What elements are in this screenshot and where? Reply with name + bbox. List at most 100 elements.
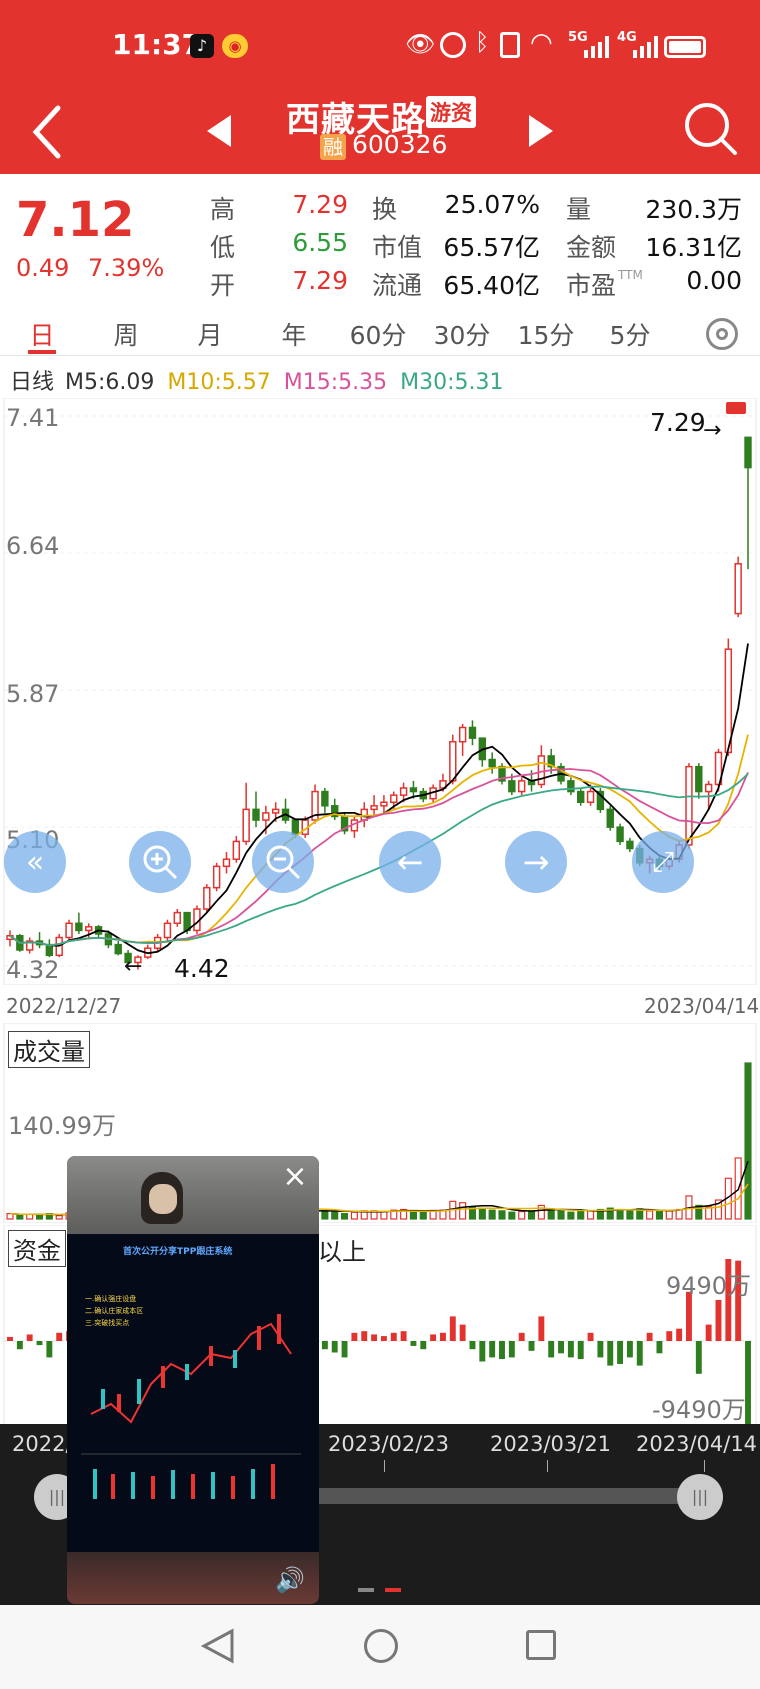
signal-icon (633, 36, 658, 58)
page-indicator-active (385, 1588, 401, 1592)
tab-period[interactable]: 月 (172, 316, 248, 352)
quote-label: 换 (372, 195, 398, 224)
tab-period[interactable]: 周 (88, 316, 164, 352)
fund-bar (351, 1332, 358, 1341)
candle-body (173, 911, 181, 925)
fund-bar (715, 1300, 722, 1341)
volume-bar (616, 1208, 624, 1220)
fund-bar (56, 1332, 63, 1341)
close-video-button[interactable]: × (279, 1162, 311, 1194)
back-triangle-icon[interactable] (200, 1627, 236, 1665)
tab-period[interactable]: 30分 (424, 316, 500, 352)
margin-badge: 融 (320, 134, 346, 160)
search-button[interactable] (680, 98, 744, 162)
volume-icon[interactable]: 🔊 (275, 1566, 305, 1594)
presenter-face (149, 1184, 177, 1214)
battery-icon (664, 36, 706, 58)
arrow-left-icon: ← (396, 843, 424, 881)
quote-value: 25.07% (444, 190, 540, 219)
candle-body (704, 783, 713, 793)
range-handle-right[interactable]: ||| (677, 1474, 723, 1520)
tab-period[interactable]: 60分 (340, 316, 416, 352)
active-tab-indicator (28, 350, 56, 354)
candle-body (232, 840, 241, 860)
double-chevron-left-icon: « (25, 844, 45, 880)
candle-body (390, 794, 398, 803)
scroll-back-button[interactable]: « (4, 831, 66, 893)
fund-bar (36, 1341, 43, 1346)
volume-bar (419, 1210, 427, 1220)
last-price: 7.12 (16, 192, 135, 248)
home-circle-icon[interactable] (364, 1629, 398, 1663)
fund-bar (499, 1341, 505, 1360)
zoom-in-button[interactable] (129, 831, 191, 893)
fund-bar (518, 1332, 525, 1341)
quote-value: 65.57亿 (443, 233, 540, 262)
candle-body (163, 922, 172, 939)
candle-body (606, 808, 614, 828)
fund-bar (597, 1341, 604, 1358)
fund-bar (16, 1341, 23, 1350)
tab-period[interactable]: 日 (4, 316, 80, 352)
pan-left-button[interactable]: ← (379, 831, 441, 893)
volume-bar (744, 1062, 752, 1220)
fullscreen-button[interactable]: ⤢ (632, 831, 694, 893)
candle-body (114, 943, 122, 955)
volume-bar (429, 1210, 437, 1220)
settings-gear-icon[interactable] (706, 318, 738, 350)
pan-right-button[interactable]: → (505, 831, 567, 893)
zoom-out-icon (266, 845, 301, 880)
fund-bar (361, 1331, 368, 1341)
fund-title: 资金 (8, 1230, 66, 1267)
tab-period[interactable]: 5分 (592, 316, 668, 352)
candle-body (695, 765, 703, 793)
status-time: 11:37 (112, 28, 202, 61)
fund-bar (331, 1341, 338, 1353)
gear-center (716, 328, 728, 340)
zoom-out-button[interactable] (252, 831, 314, 893)
weibo-icon: ◉ (222, 34, 248, 58)
fund-bar (26, 1334, 33, 1341)
volume-bar (527, 1210, 536, 1220)
quote-value: 0.00 (686, 266, 742, 295)
eye-icon: 👁 (405, 30, 436, 58)
ma15-value: M15:5.35 (283, 370, 388, 395)
candlestick-chart[interactable] (0, 398, 760, 985)
timeline-tick (384, 1460, 385, 1472)
quote-value: 65.40亿 (443, 271, 540, 300)
candle-body (468, 726, 477, 739)
tab-period[interactable]: 15分 (508, 316, 584, 352)
volume-bar (16, 1214, 24, 1220)
volume-bar (35, 1214, 44, 1220)
tab-period[interactable]: 年 (256, 316, 332, 352)
ma30-value: M30:5.31 (400, 370, 504, 395)
alarm-icon (440, 32, 466, 58)
fund-bar (587, 1332, 594, 1341)
period-tabs: 日周月年 60分 30分 15分 5分 (0, 310, 760, 356)
candle-body (626, 840, 634, 850)
candle-body (85, 926, 93, 932)
chevron-left-icon (32, 105, 61, 159)
volume-bar (518, 1210, 526, 1220)
candle-body (321, 790, 329, 807)
recents-square-icon[interactable] (526, 1630, 556, 1660)
fund-bar (440, 1332, 446, 1341)
system-nav-bar (0, 1605, 760, 1689)
floating-video-player[interactable]: 首次公开分享TPP跟庄系统 一.确认强庄设盘 二.确认庄家成本区 三.突破找买点… (67, 1156, 319, 1604)
candle-body (488, 758, 496, 768)
candle-body (212, 865, 221, 889)
candle-body (734, 562, 742, 615)
candle-body (399, 787, 408, 796)
vibrate-icon (500, 32, 520, 58)
candle-body (262, 812, 270, 821)
back-button[interactable] (18, 96, 78, 168)
fund-bar (695, 1341, 702, 1374)
fund-bar (46, 1341, 53, 1358)
fund-bar (479, 1341, 486, 1362)
candle-body (409, 787, 418, 793)
next-stock-button[interactable] (520, 106, 560, 156)
quote-label: 量 (566, 195, 592, 224)
prev-stock-button[interactable] (200, 106, 240, 156)
candle-body (517, 780, 526, 793)
candle-body (537, 755, 546, 786)
